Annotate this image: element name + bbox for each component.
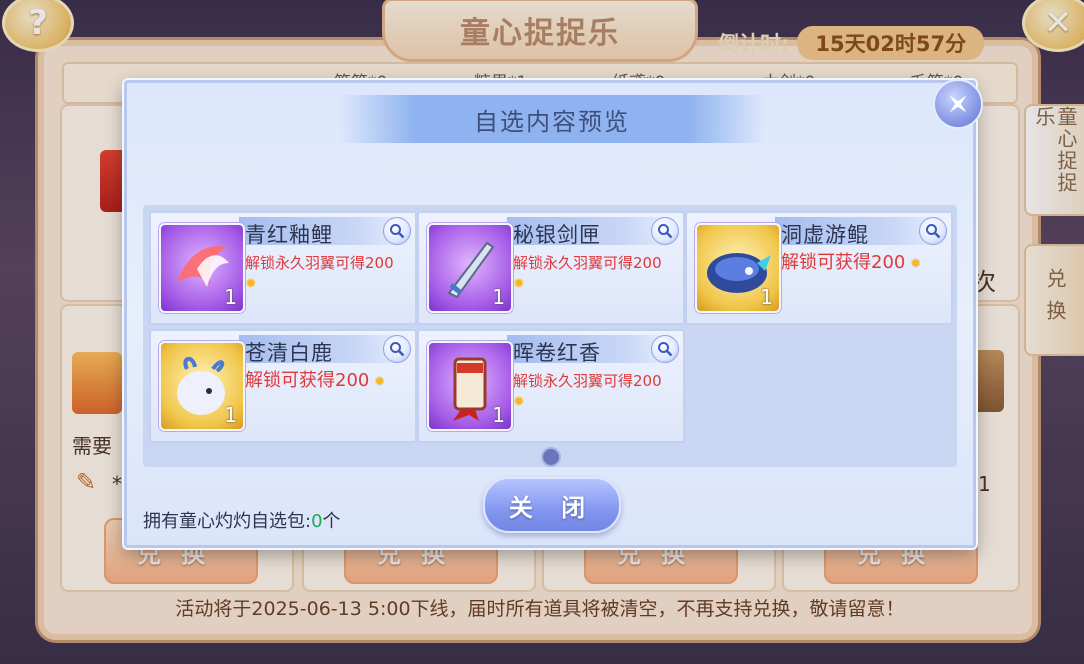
item-name: 晖卷红香 (513, 341, 601, 365)
sun-icon: ✹ (245, 276, 257, 292)
owned-suffix: 个 (322, 511, 341, 532)
blue-kun-fish-icon: 1 (695, 223, 781, 313)
item-grid: 1 青红釉鲤 解锁永久羽翼可得200 ✹ 1 秘银剑匣 解锁永久羽翼可得200 ✹ … (143, 205, 957, 467)
sun-icon: ✹ (513, 394, 525, 410)
item-desc-text: 解锁可获得200 (245, 370, 370, 391)
magnifier-icon[interactable] (919, 217, 947, 245)
item-card-white-deer[interactable]: 1 苍清白鹿 解锁可获得200 ✹ (149, 329, 417, 443)
preview-modal: 自选内容预览 1 青红釉鲤 解锁永久羽翼可得200✹ 1 秘银剑匣 解锁永久羽 (124, 79, 983, 548)
item-count: 1 (760, 285, 773, 309)
item-count: 1 (224, 403, 237, 427)
magnifier-icon[interactable] (651, 217, 679, 245)
phoenix-wing-icon: 1 (159, 223, 245, 313)
item-card-qinghong[interactable]: 1 青红釉鲤 解锁永久羽翼可得200 ✹ (149, 211, 417, 325)
red-scroll-icon: 1 (427, 341, 513, 431)
magnifier-icon[interactable] (383, 335, 411, 363)
item-desc: 解锁永久羽翼可得200 ✹ (513, 371, 673, 412)
owned-count-text: 拥有童心灼灼自选包:0个 (143, 507, 341, 533)
item-name: 秘银剑匣 (513, 223, 601, 247)
silver-sword-icon: 1 (427, 223, 513, 313)
close-star-icon (949, 95, 967, 113)
item-desc: 解锁永久羽翼可得200 ✹ (245, 253, 405, 294)
page-indicator-dot[interactable] (541, 447, 561, 467)
sun-icon: ✹ (513, 276, 525, 292)
close-button[interactable]: 关 闭 (483, 477, 621, 533)
owned-prefix: 拥有童心灼灼自选包: (143, 511, 312, 532)
item-name: 洞虚游鲲 (781, 223, 869, 247)
item-count: 1 (492, 403, 505, 427)
item-desc-text: 解锁永久羽翼可得200 (245, 254, 394, 272)
item-card-red-scroll[interactable]: 1 晖卷红香 解锁永久羽翼可得200 ✹ (417, 329, 685, 443)
modal-close-button[interactable] (933, 79, 983, 129)
item-name: 苍清白鹿 (245, 341, 333, 365)
item-desc: 解锁永久羽翼可得200 ✹ (513, 253, 673, 294)
item-desc: 解锁可获得200 ✹ (245, 371, 405, 392)
item-desc-text: 解锁可获得200 (781, 252, 906, 273)
magnifier-icon[interactable] (383, 217, 411, 245)
sun-icon: ✹ (905, 256, 922, 272)
item-card-mithril-sword[interactable]: 1 秘银剑匣 解锁永久羽翼可得200 ✹ (417, 211, 685, 325)
item-count: 1 (224, 285, 237, 309)
item-name: 青红釉鲤 (245, 223, 333, 247)
owned-count: 0 (311, 511, 323, 532)
item-count: 1 (492, 285, 505, 309)
item-desc-text: 解锁永久羽翼可得200 (513, 254, 662, 272)
sun-icon: ✹ (369, 374, 386, 390)
magnifier-icon[interactable] (651, 335, 679, 363)
item-card-dongxu-kun[interactable]: 1 洞虚游鲲 解锁可获得200 ✹ (685, 211, 953, 325)
item-desc-text: 解锁永久羽翼可得200 (513, 372, 662, 390)
white-deer-icon: 1 (159, 341, 245, 431)
item-desc: 解锁可获得200 ✹ (781, 253, 941, 274)
modal-title: 自选内容预览 (339, 95, 765, 143)
